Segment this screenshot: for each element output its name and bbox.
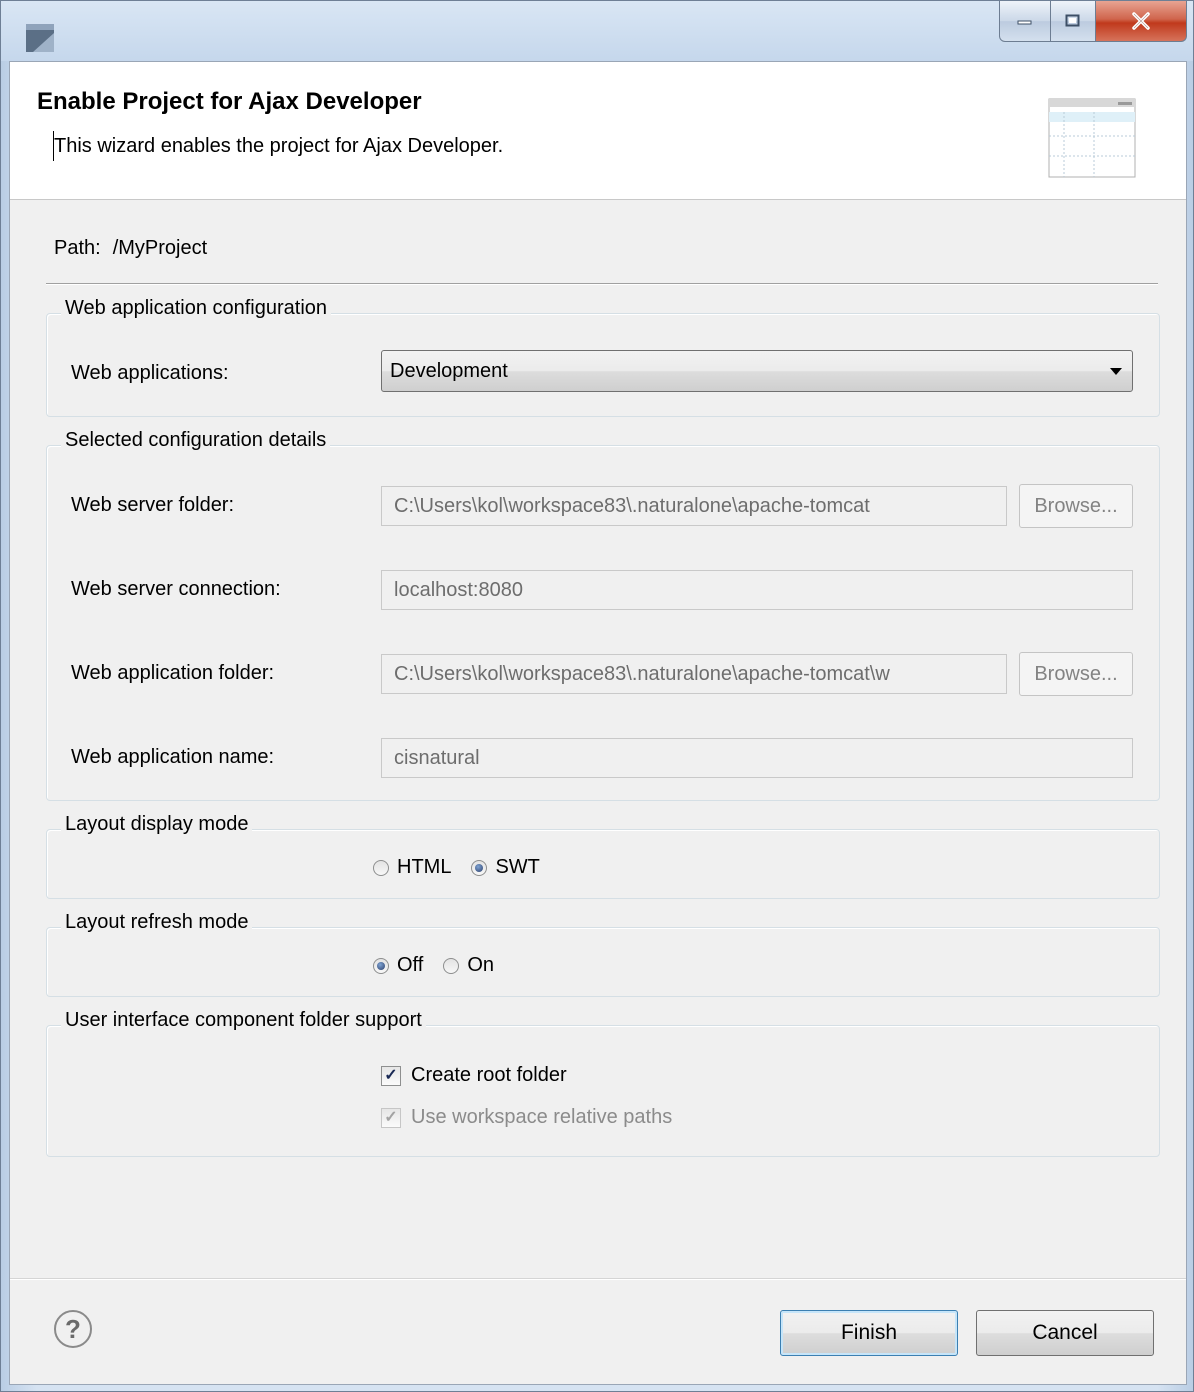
radio-off-label[interactable]: Off xyxy=(397,954,423,977)
minimize-icon xyxy=(1017,20,1032,25)
minimize-button[interactable] xyxy=(999,1,1051,42)
wizard-banner: Enable Project for Ajax Developer This w… xyxy=(10,62,1186,200)
web-server-connection-field: localhost:8080 xyxy=(381,570,1133,610)
web-server-connection-label: Web server connection: xyxy=(71,578,281,600)
close-icon xyxy=(1132,12,1150,30)
layout-refresh-options: Off On xyxy=(373,954,514,977)
radio-swt-label[interactable]: SWT xyxy=(495,856,539,879)
web-application-name-field: cisnatural xyxy=(381,738,1133,778)
layout-display-options: HTML SWT xyxy=(373,856,560,879)
group-label: Layout refresh mode xyxy=(61,911,253,934)
web-applications-label: Web applications: xyxy=(71,362,229,384)
group-layout-display-mode: Layout display mode HTML SWT xyxy=(46,813,1160,899)
web-applications-combo[interactable]: Development xyxy=(381,350,1133,392)
workspace-relative-paths-option: ✓ Use workspace relative paths xyxy=(381,1106,672,1129)
web-applications-value: Development xyxy=(390,360,508,382)
maximize-icon xyxy=(1065,14,1080,27)
create-root-folder-label[interactable]: Create root folder xyxy=(411,1064,567,1087)
wizard-banner-icon xyxy=(1048,98,1136,178)
path-label: Path: xyxy=(54,237,101,259)
group-configuration-details: Selected configuration details Web serve… xyxy=(46,429,1160,801)
group-label: Web application configuration xyxy=(61,297,332,320)
finish-button[interactable]: Finish xyxy=(780,1310,958,1356)
wizard-window: Enable Project for Ajax Developer This w… xyxy=(0,0,1194,1392)
radio-swt[interactable] xyxy=(471,859,488,876)
radio-on[interactable] xyxy=(443,957,460,974)
web-application-folder-field: C:\Users\kol\workspace83\.naturalone\apa… xyxy=(381,654,1007,694)
close-button[interactable] xyxy=(1096,1,1187,42)
radio-on-label[interactable]: On xyxy=(467,954,494,977)
group-label: Selected configuration details xyxy=(61,429,331,452)
app-icon xyxy=(26,24,54,52)
maximize-button[interactable] xyxy=(1051,1,1096,42)
group-ui-component-folder: User interface component folder support … xyxy=(46,1009,1160,1157)
cancel-button[interactable]: Cancel xyxy=(976,1310,1154,1356)
group-label: Layout display mode xyxy=(61,813,253,836)
group-label: User interface component folder support xyxy=(61,1009,426,1032)
workspace-relative-paths-checkbox: ✓ xyxy=(381,1107,401,1128)
create-root-folder-option[interactable]: ✓ Create root folder xyxy=(381,1064,567,1087)
radio-html[interactable] xyxy=(373,859,389,876)
web-server-folder-field: C:\Users\kol\workspace83\.naturalone\apa… xyxy=(381,486,1007,526)
radio-html-label[interactable]: HTML xyxy=(397,856,451,879)
chevron-down-icon[interactable] xyxy=(1110,368,1122,375)
group-web-app-config: Web application configuration Web applic… xyxy=(46,297,1160,417)
button-bar-separator xyxy=(10,1278,1186,1280)
wizard-client-area: Enable Project for Ajax Developer This w… xyxy=(9,61,1187,1385)
wizard-title: Enable Project for Ajax Developer xyxy=(37,88,422,115)
browse-app-folder-button: Browse... xyxy=(1019,652,1133,696)
group-layout-refresh-mode: Layout refresh mode Off On xyxy=(46,911,1160,997)
path-value: /MyProject xyxy=(112,237,208,259)
workspace-relative-paths-label: Use workspace relative paths xyxy=(411,1106,673,1128)
radio-off[interactable] xyxy=(373,957,389,974)
wizard-description: This wizard enables the project for Ajax… xyxy=(52,131,504,161)
web-application-folder-label: Web application folder: xyxy=(71,662,275,684)
title-bar[interactable] xyxy=(1,1,1193,61)
browse-server-folder-button: Browse... xyxy=(1019,484,1133,528)
separator xyxy=(46,283,1158,285)
project-path: Path: /MyProject xyxy=(54,237,219,260)
web-application-name-label: Web application name: xyxy=(71,746,275,768)
web-server-folder-label: Web server folder: xyxy=(71,494,235,516)
window-controls xyxy=(999,1,1187,45)
create-root-folder-checkbox[interactable]: ✓ xyxy=(381,1065,401,1086)
help-icon[interactable]: ? xyxy=(54,1310,92,1348)
